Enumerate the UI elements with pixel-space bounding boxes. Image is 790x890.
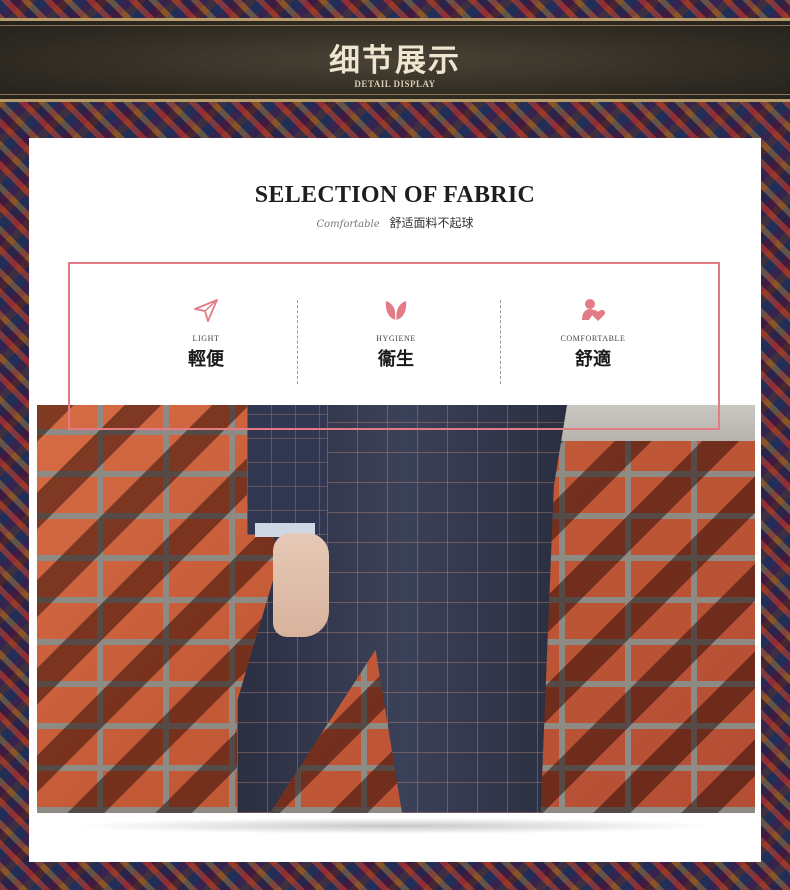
section-tagline: Comfortable 舒适面料不起球 — [29, 214, 761, 231]
feature-light: LIGHT 輕便 — [106, 284, 306, 371]
leaf-icon — [385, 301, 407, 321]
feature-hygiene-en: HYGIENE — [376, 334, 416, 343]
feature-comfortable-zh: 舒適 — [575, 349, 611, 370]
feature-hygiene: HYGIENE 衞生 — [296, 284, 496, 371]
feature-hygiene-zh: 衞生 — [378, 349, 414, 370]
section-heading: SELECTION OF FABRIC — [254, 182, 536, 208]
feature-comfortable-en: COMFORTABLE — [560, 334, 626, 343]
feature-light-zh: 輕便 — [188, 349, 224, 370]
person-heart-icon — [582, 299, 606, 321]
detail-banner: 细节展示 DETAIL DISPLAY — [0, 18, 790, 102]
banner-title: 细节展示 — [329, 43, 461, 79]
hand — [273, 533, 329, 637]
content-panel: SELECTION OF FABRIC Comfortable 舒适面料不起球 … — [29, 138, 761, 862]
tagline-script: Comfortable — [316, 219, 380, 230]
photo-shadow — [69, 818, 719, 834]
feature-comfortable: COMFORTABLE 舒適 — [493, 284, 693, 371]
banner-subtitle: DETAIL DISPLAY — [354, 79, 436, 89]
paper-plane-icon — [194, 299, 218, 322]
fabric-detail-photo — [37, 405, 755, 813]
feature-box: LIGHT 輕便 HYGIENE 衞生 COMFORTABLE 舒適 — [68, 262, 720, 430]
feature-light-en: LIGHT — [192, 334, 220, 343]
tagline-text: 舒适面料不起球 — [389, 216, 474, 230]
